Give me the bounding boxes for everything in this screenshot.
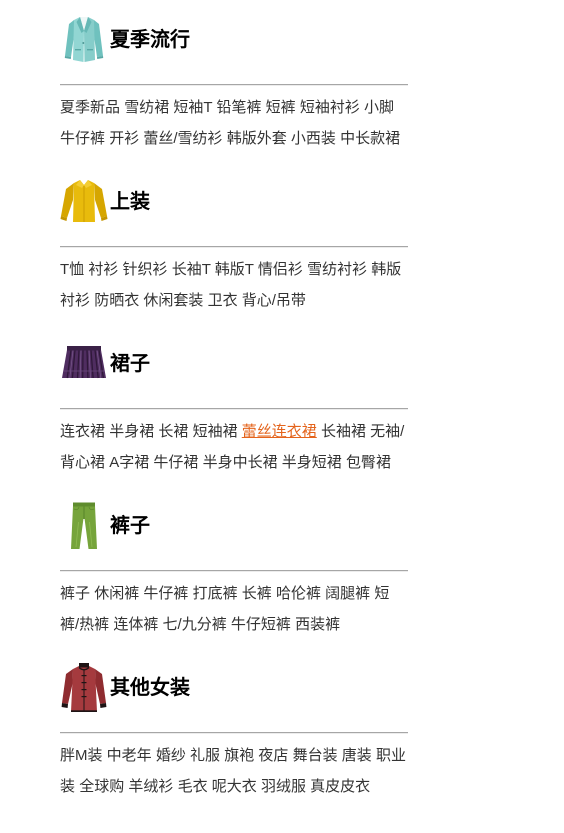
section-divider [60,408,408,410]
category-section-skirts: 裙子 连衣裙 半身裙 长裙 短袖裙 蕾丝连衣裙 长袖裙 无袖/背心裙 A字裙 牛… [60,324,564,486]
category-link[interactable]: 夏季新品 [60,99,120,116]
category-link[interactable]: 衬衫 [88,261,118,278]
category-link[interactable]: 蕾丝/雪纺衫 [143,130,222,147]
category-link[interactable]: 牛仔裤 [143,585,188,602]
section-title: 其他女装 [110,677,190,699]
category-list: 夏季流行 夏季新品 雪纺裙 短袖T 铅笔裤 短裤 短袖衬衫 小脚牛仔裤 开衫 蕾… [0,0,564,810]
section-title: 裤子 [110,515,150,537]
category-link[interactable]: 真皮皮衣 [310,778,370,795]
category-links: 裤子 休闲裤 牛仔裤 打底裤 长裤 哈伦裤 阔腿裤 短裤/热裤 连体裤 七/九分… [60,578,408,640]
section-divider [60,246,408,248]
category-link[interactable]: 旗袍 [224,747,254,764]
section-title: 裙子 [110,353,150,375]
category-link[interactable]: 连体裤 [113,616,158,633]
category-link[interactable]: 礼服 [190,747,220,764]
category-link[interactable]: 半身裙 [109,423,154,440]
category-link[interactable]: 长裤 [242,585,272,602]
section-divider [60,84,408,86]
category-link[interactable]: 牛仔裙 [153,454,198,471]
section-title: 上装 [110,191,150,213]
category-link[interactable]: 毛衣 [178,778,208,795]
category-link[interactable]: 西装裤 [295,616,340,633]
category-link[interactable]: 休闲裤 [94,585,139,602]
category-link[interactable]: 中长款裙 [340,130,400,147]
section-divider [60,570,408,572]
category-link[interactable]: 唐装 [342,747,372,764]
category-link[interactable]: 连衣裙 [60,423,105,440]
category-link[interactable]: 铅笔裤 [216,99,261,116]
category-link[interactable]: 呢大衣 [212,778,257,795]
category-link[interactable]: 全球购 [79,778,124,795]
category-link[interactable]: 打底裤 [193,585,238,602]
section-header: 其他女装 [60,648,564,728]
pants-icon [71,502,97,549]
category-link[interactable]: 雪纺衬衫 [307,261,367,278]
category-link[interactable]: 短裤 [266,99,296,116]
category-link[interactable]: 半身中长裙 [203,454,278,471]
category-link[interactable]: A字裙 [109,454,149,471]
category-link[interactable]: 中老年 [107,747,152,764]
category-link[interactable]: 雪纺裙 [124,99,169,116]
category-section-summer: 夏季流行 夏季新品 雪纺裙 短袖T 铅笔裤 短裤 短袖衬衫 小脚牛仔裤 开衫 蕾… [60,0,564,162]
category-link[interactable]: 情侣衫 [258,261,303,278]
category-link[interactable]: 夜店 [258,747,288,764]
section-title: 夏季流行 [110,29,190,51]
category-link[interactable]: 羽绒服 [261,778,306,795]
category-link[interactable]: 半身短裙 [282,454,342,471]
category-section-pants: 裤子 裤子 休闲裤 牛仔裤 打底裤 长裤 哈伦裤 阔腿裤 短裤/热裤 连体裤 七… [60,486,564,648]
category-link[interactable]: 背心/吊带 [242,292,306,309]
category-links: 胖M装 中老年 婚纱 礼服 旗袍 夜店 舞台装 唐装 职业装 全球购 羊绒衫 毛… [60,740,408,802]
blazer-icon [64,17,104,62]
category-section-tops: 上装 T恤 衬衫 针织衫 长袖T 韩版T 情侣衫 雪纺衬衫 韩版衬衫 防晒衣 休… [60,162,564,324]
category-link[interactable]: 羊绒衫 [128,778,173,795]
shirt-icon [60,180,108,222]
category-link[interactable]: 韩版外套 [227,130,287,147]
category-link-active[interactable]: 蕾丝连衣裙 [242,423,317,440]
category-link[interactable]: 牛仔短裤 [231,616,291,633]
section-header: 裙子 [60,324,564,404]
category-links: T恤 衬衫 针织衫 长袖T 韩版T 情侣衫 雪纺衬衫 韩版衬衫 防晒衣 休闲套装… [60,254,408,316]
category-link[interactable]: 胖M装 [60,747,103,764]
category-link[interactable]: 短袖裙 [193,423,238,440]
category-link[interactable]: 舞台装 [293,747,338,764]
category-link[interactable]: 防晒衣 [94,292,139,309]
section-divider [60,732,408,734]
category-link[interactable]: 针织衫 [123,261,168,278]
category-link[interactable]: 小西装 [291,130,336,147]
category-link[interactable]: 长袖T [172,261,211,278]
category-link[interactable]: 卫衣 [208,292,238,309]
category-link[interactable]: 裤子 [60,585,90,602]
category-links: 夏季新品 雪纺裙 短袖T 铅笔裤 短裤 短袖衬衫 小脚牛仔裤 开衫 蕾丝/雪纺衫… [60,92,408,154]
category-link[interactable]: 婚纱 [156,747,186,764]
category-link[interactable]: 韩版T [215,261,254,278]
category-link[interactable]: 包臀裙 [346,454,391,471]
section-header: 上装 [60,162,564,242]
category-link[interactable]: 短袖T [173,99,212,116]
category-link[interactable]: T恤 [60,261,84,278]
category-section-other: 其他女装 胖M装 中老年 婚纱 礼服 旗袍 夜店 舞台装 唐装 职业装 全球购 … [60,648,564,810]
category-link[interactable]: 七/九分裤 [163,616,227,633]
category-links: 连衣裙 半身裙 长裙 短袖裙 蕾丝连衣裙 长袖裙 无袖/背心裙 A字裙 牛仔裙 … [60,416,408,478]
category-link[interactable]: 阔腿裤 [325,585,370,602]
category-link[interactable]: 开衫 [109,130,139,147]
category-link[interactable]: 长裙 [158,423,188,440]
skirt-icon [62,346,106,379]
category-link[interactable]: 短袖衬衫 [300,99,360,116]
category-link[interactable]: 长袖裙 [321,423,366,440]
section-header: 夏季流行 [60,0,564,80]
coat-icon [61,663,107,712]
section-header: 裤子 [60,486,564,566]
category-link[interactable]: 休闲套装 [143,292,203,309]
category-link[interactable]: 哈伦裤 [276,585,321,602]
